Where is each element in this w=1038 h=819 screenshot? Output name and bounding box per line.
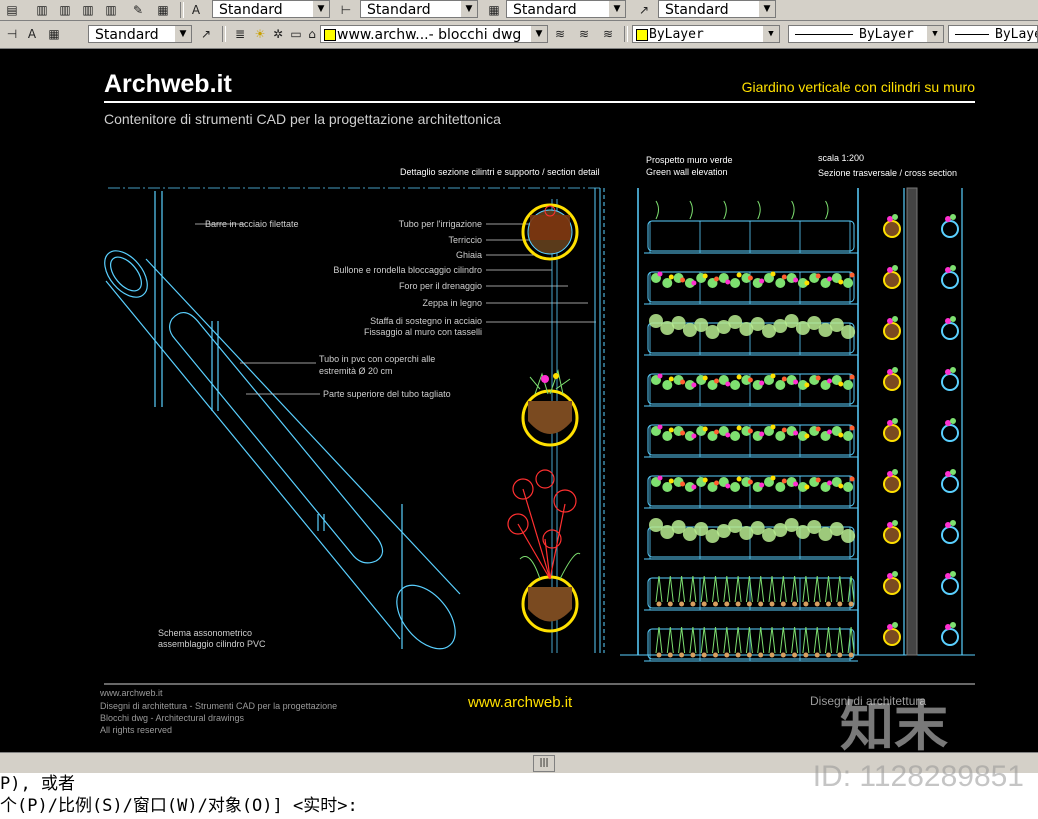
label-tubo-pvc-2: estremità Ø 20 cm — [319, 366, 393, 376]
schema-label-2: assemblaggio cilindro PVC — [158, 639, 266, 649]
text-style-value: Standard — [219, 2, 283, 18]
chevron-down-icon[interactable]: ▼ — [927, 26, 943, 42]
detail-label: Foro per il drenaggio — [399, 281, 482, 291]
linetype-value: ByLayer — [859, 27, 914, 42]
styles-toolbar: ▤ ▥ ▥ ▥ ▥ ✎ ▦ A Standard ▼ ⊢ Standard ▼ ▦ … — [0, 0, 1038, 21]
layer-iso-icon[interactable]: ≋ — [600, 26, 616, 42]
chevron-down-icon[interactable]: ▼ — [313, 1, 329, 17]
layers-toolbar: ⊣ A ▦ Standard ▼ ↗ ≣ ☀ ✲ ▭ ⌂ www.archw...… — [0, 21, 1038, 49]
lock-icon[interactable]: ▭ — [288, 26, 304, 42]
dimension-style-icon[interactable]: ⊢ — [338, 2, 354, 18]
align-left-icon[interactable]: ▥ — [34, 2, 50, 18]
align-justify-icon[interactable]: ▥ — [103, 2, 119, 18]
visual-style-select[interactable]: Standard ▼ — [88, 25, 192, 43]
multileader-style-icon[interactable]: ↗ — [636, 2, 652, 18]
make-current-icon[interactable]: ≋ — [552, 26, 568, 42]
layer-select[interactable]: www.archw...- blocchi dwg ▼ — [320, 25, 548, 43]
block-editor-icon[interactable]: ▦ — [155, 2, 171, 18]
chevron-down-icon[interactable]: ▼ — [531, 26, 547, 42]
chevron-down-icon[interactable]: ▼ — [763, 26, 779, 42]
elevation-heading-it: Prospetto muro verde — [646, 155, 733, 165]
chevron-down-icon[interactable]: ▼ — [461, 1, 477, 17]
align-right-icon[interactable]: ▥ — [80, 2, 96, 18]
align-center-icon[interactable]: ▥ — [57, 2, 73, 18]
layer-color-swatch — [324, 29, 336, 41]
footer-line: Disegni di architettura - Strumenti CAD … — [100, 701, 337, 711]
footer-line: All rights reserved — [100, 725, 172, 735]
text-icon[interactable]: A — [24, 26, 40, 42]
detail-label: Terriccio — [448, 235, 482, 245]
dimension-style-value: Standard — [367, 2, 431, 18]
separator — [624, 26, 628, 42]
detail-label: Zeppa in legno — [422, 298, 482, 308]
red-flower-group — [507, 469, 577, 580]
layer-previous-icon[interactable]: ≋ — [576, 26, 592, 42]
cross-section-heading: Sezione trasversale / cross section — [818, 168, 957, 178]
archweb-logo: Archweb.it — [104, 70, 232, 98]
table-style-select[interactable]: Standard ▼ — [506, 0, 626, 18]
table-icon[interactable]: ▦ — [46, 26, 62, 42]
footer-line: Blocchi dwg - Architectural drawings — [100, 713, 245, 723]
detail-label: Staffa di sostegno in acciaio — [370, 316, 482, 326]
detail-label: Fissaggio al muro con tasselli — [364, 327, 482, 337]
table-style-value: Standard — [513, 2, 577, 18]
color-swatch — [636, 29, 648, 41]
text-style-select[interactable]: Standard ▼ — [212, 0, 330, 18]
separator — [180, 2, 184, 18]
detail-labels: Tubo per l'irrigazione Terriccio Ghiaia … — [333, 219, 482, 337]
lineweight-value: ByLaye — [995, 27, 1038, 42]
watermark-id: ID: 1128289851 — [812, 760, 1024, 793]
multileader-icon[interactable]: ↗ — [198, 26, 214, 42]
lineweight-select[interactable]: ByLaye — [948, 25, 1038, 43]
multileader-style-value: Standard — [665, 2, 729, 18]
label-tubo-pvc-1: Tubo in pvc con coperchi alle — [319, 354, 435, 364]
footer-url: www.archweb.it — [467, 694, 573, 711]
visual-style-value: Standard — [95, 27, 159, 43]
detail-label: Tubo per l'irrigazione — [399, 219, 482, 229]
separator — [222, 26, 226, 42]
color-value: ByLayer — [649, 27, 704, 42]
dimension-icon[interactable]: ⊣ — [4, 26, 20, 42]
schema-label-1: Schema assonometrico — [158, 628, 252, 638]
drawing-title: Giardino verticale con cilindri su muro — [742, 79, 976, 95]
label-parte: Parte superiore del tubo tagliato — [323, 389, 451, 399]
section-detail-heading: Dettaglio sezione cilintri e supporto / … — [400, 167, 600, 177]
scale-label: scala 1:200 — [818, 153, 864, 163]
detail-label: Bullone e rondella bloccaggio cilindro — [333, 265, 482, 275]
label-barre: Barre in acciaio filettate — [205, 219, 299, 229]
watermark-logo: 知末 — [840, 694, 948, 758]
table-style-icon[interactable]: ▦ — [486, 2, 502, 18]
chevron-down-icon[interactable]: ▼ — [759, 1, 775, 17]
footer-line: www.archweb.it — [99, 688, 163, 698]
match-properties-icon[interactable]: ✎ — [130, 2, 146, 18]
green-wall-elevation — [620, 188, 975, 662]
section-detail-drawing — [507, 188, 605, 653]
linetype-select[interactable]: ByLayer ▼ — [788, 25, 944, 43]
elevation-heading-en: Green wall elevation — [646, 167, 728, 177]
drawing-svg: Archweb.it Giardino verticale con cilind… — [99, 70, 976, 735]
lineweight-preview — [955, 34, 989, 35]
freeze-icon[interactable]: ✲ — [270, 26, 286, 42]
color-select[interactable]: ByLayer ▼ — [632, 25, 780, 43]
detail-label: Ghiaia — [456, 250, 482, 260]
command-prompt-line: 个(P)/比例(S)/窗口(W)/对象(O)] <实时>: — [0, 796, 358, 816]
chevron-down-icon[interactable]: ▼ — [175, 26, 191, 42]
multileader-style-select[interactable]: Standard ▼ — [658, 0, 776, 18]
drawing-canvas[interactable]: Archweb.it Giardino verticale con cilind… — [0, 49, 1038, 752]
layer-value: www.archw...- blocchi dwg — [337, 27, 522, 43]
layer-state-icon[interactable]: ▤ — [4, 2, 20, 18]
lightbulb-icon[interactable]: ☀ — [252, 26, 268, 42]
scrollbar-thumb[interactable]: ||| — [533, 755, 555, 772]
dimension-style-select[interactable]: Standard ▼ — [360, 0, 478, 18]
text-style-icon[interactable]: A — [188, 2, 204, 18]
layer-manager-icon[interactable]: ≣ — [232, 26, 248, 42]
chevron-down-icon[interactable]: ▼ — [609, 1, 625, 17]
cross-section-drawing — [883, 187, 963, 656]
drawing-subtitle: Contenitore di strumenti CAD per la prog… — [104, 111, 501, 127]
footer-text: www.archweb.it Disegni di architettura -… — [99, 688, 337, 735]
linetype-preview — [795, 34, 853, 35]
unlock-icon[interactable]: ⌂ — [304, 26, 320, 42]
